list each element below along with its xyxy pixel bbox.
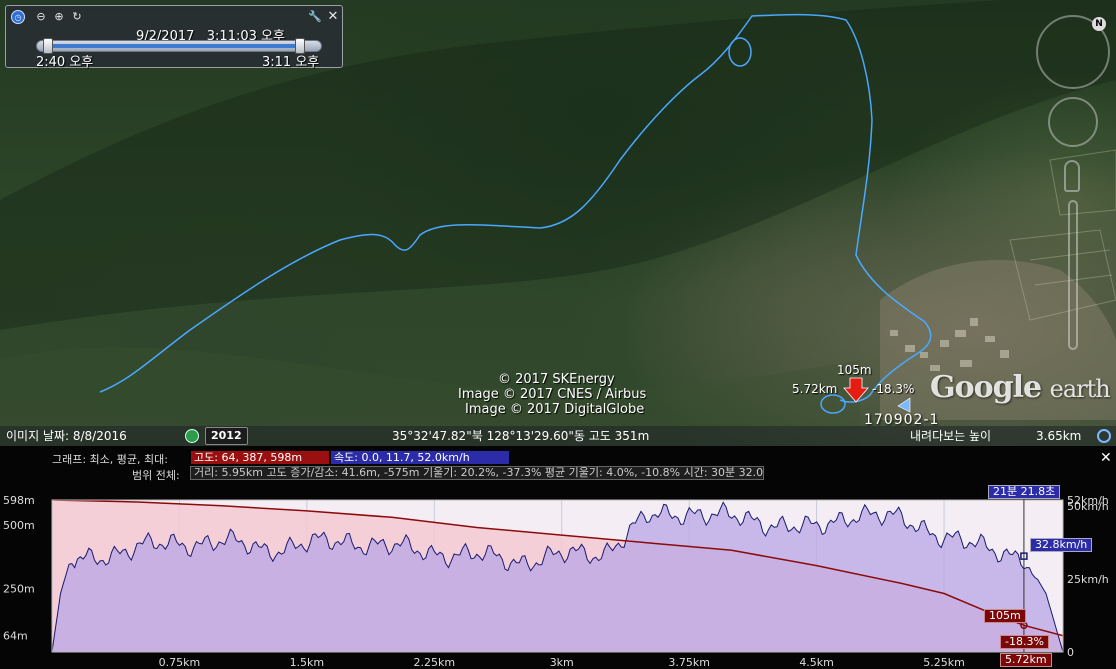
marker-elevation-label: 105m xyxy=(837,363,872,377)
eye-altitude-label: 내려다보는 높이 xyxy=(910,429,992,443)
cursor-coordinates: 35°32'47.82"북 128°13'29.60"동 고도 351m xyxy=(392,429,650,443)
look-around-control[interactable] xyxy=(1048,97,1098,147)
track-loop xyxy=(728,37,752,67)
y-right-tick-label: 25km/h xyxy=(1067,573,1109,586)
placemark-pin-icon xyxy=(897,397,911,413)
historical-imagery-icon[interactable] xyxy=(185,429,199,443)
cursor-speed-tag: 32.8km/h xyxy=(1030,538,1093,552)
eye-altitude-value: 3.65km xyxy=(1036,429,1082,443)
y-left-tick-label: 250m xyxy=(3,582,35,595)
copyright-3: Image © 2017 DigitalGlobe xyxy=(465,402,645,417)
close-icon[interactable]: ✕ xyxy=(326,10,340,24)
north-up-icon[interactable]: N xyxy=(1092,17,1106,31)
replay-icon[interactable]: ↻ xyxy=(70,10,84,24)
graph-stats-label: 그래프: 최소, 평균, 최대: xyxy=(52,453,168,466)
cursor-distance-tag: 5.72km xyxy=(1000,653,1052,667)
elevation-stats[interactable]: 고도: 64, 387, 598m xyxy=(191,451,329,464)
copyright-1: © 2017 SKEnergy xyxy=(498,372,615,387)
elevation-profile-panel: 0.75km 1.5km 2.25km 3km 3.75km 4.5km 5.25km 598… xyxy=(0,446,1116,669)
time-end-label: 3:11 오후 xyxy=(262,55,320,70)
image-date: 이미지 날짜: 8/8/2016 xyxy=(6,429,127,443)
range-label: 범위 전체: xyxy=(132,469,180,482)
y-right-tick-label: 50km/h xyxy=(1067,500,1109,513)
street-view-pegman-icon[interactable] xyxy=(1064,160,1080,192)
x-tick-label: 3km xyxy=(550,656,574,669)
y-right-tick-label: 0 xyxy=(1067,646,1074,659)
google-earth-logo: Google earth xyxy=(930,370,1111,405)
time-range-fill xyxy=(49,44,301,48)
clock-icon[interactable]: ◷ xyxy=(11,10,25,24)
wrench-icon[interactable]: 🔧 xyxy=(308,10,322,24)
marker-distance-label: 5.72km xyxy=(792,382,838,396)
time-start-label: 2:40 오후 xyxy=(36,55,94,70)
time-slider-panel: ◷ ⊖ ⊕ ↻ 🔧 ✕ 9/2/2017 3:11:03 오후 2:40 오후 … xyxy=(5,5,343,70)
cursor-slope-tag: -18.3% xyxy=(1000,635,1049,649)
y-left-tick-label: 598m xyxy=(3,494,35,507)
cursor-elevation-tag: 105m xyxy=(984,609,1026,623)
x-tick-label: 1.5km xyxy=(290,656,325,669)
cursor-time-tag: 21분 21.8초 xyxy=(988,485,1061,499)
zoom-out-time-icon[interactable]: ⊖ xyxy=(34,10,48,24)
zoom-in-time-icon[interactable]: ⊕ xyxy=(52,10,66,24)
x-tick-label: 0.75km xyxy=(159,656,201,669)
close-profile-icon[interactable]: ✕ xyxy=(1100,450,1112,466)
track-line xyxy=(99,13,932,403)
status-bar: 이미지 날짜: 8/8/2016 35°32'47.82"북 128°13'29… xyxy=(0,426,1116,446)
range-summary: 거리: 5.95km 고도 증가/감소: 41.6m, -575m 기울기: 2… xyxy=(190,466,764,480)
y-left-tick-label: 500m xyxy=(3,519,35,532)
marker-slope-label: -18.3% xyxy=(872,382,915,396)
historical-year-button[interactable]: 2012 xyxy=(205,427,248,445)
speed-stats[interactable]: 속도: 0.0, 11.7, 52.0km/h xyxy=(331,451,509,464)
y-left-tick-label: 64m xyxy=(3,630,28,643)
track-end-loop xyxy=(820,394,846,414)
map-view[interactable]: ◷ ⊖ ⊕ ↻ 🔧 ✕ 9/2/2017 3:11:03 오후 2:40 오후 … xyxy=(0,0,1116,446)
x-tick-label: 4.5km xyxy=(799,656,834,669)
x-tick-label: 5.25km xyxy=(923,656,965,669)
globe-status-icon[interactable] xyxy=(1097,429,1111,443)
x-tick-label: 2.25km xyxy=(414,656,456,669)
copyright-2: Image © 2017 CNES / Airbus xyxy=(458,387,647,402)
zoom-slider[interactable] xyxy=(1068,200,1078,350)
x-tick-label: 3.75km xyxy=(668,656,710,669)
